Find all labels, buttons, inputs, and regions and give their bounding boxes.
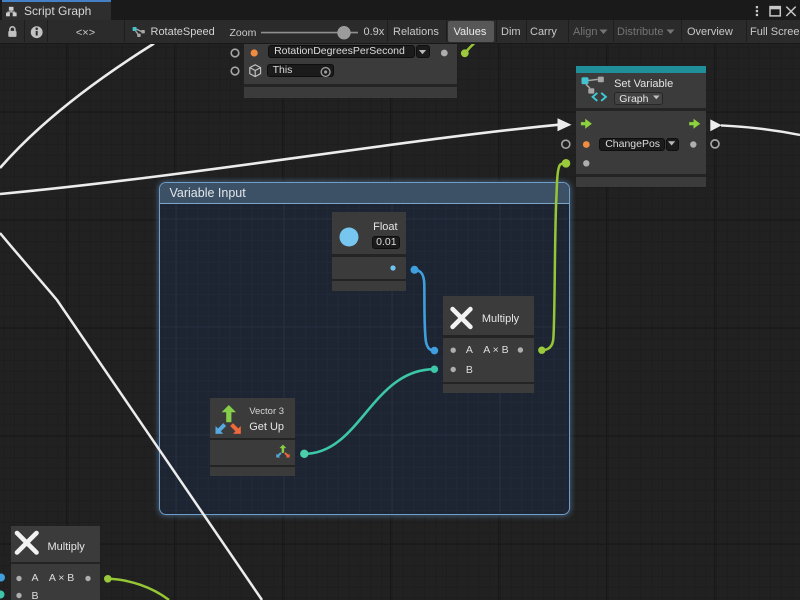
svg-text:<×>: <×> bbox=[76, 27, 95, 39]
